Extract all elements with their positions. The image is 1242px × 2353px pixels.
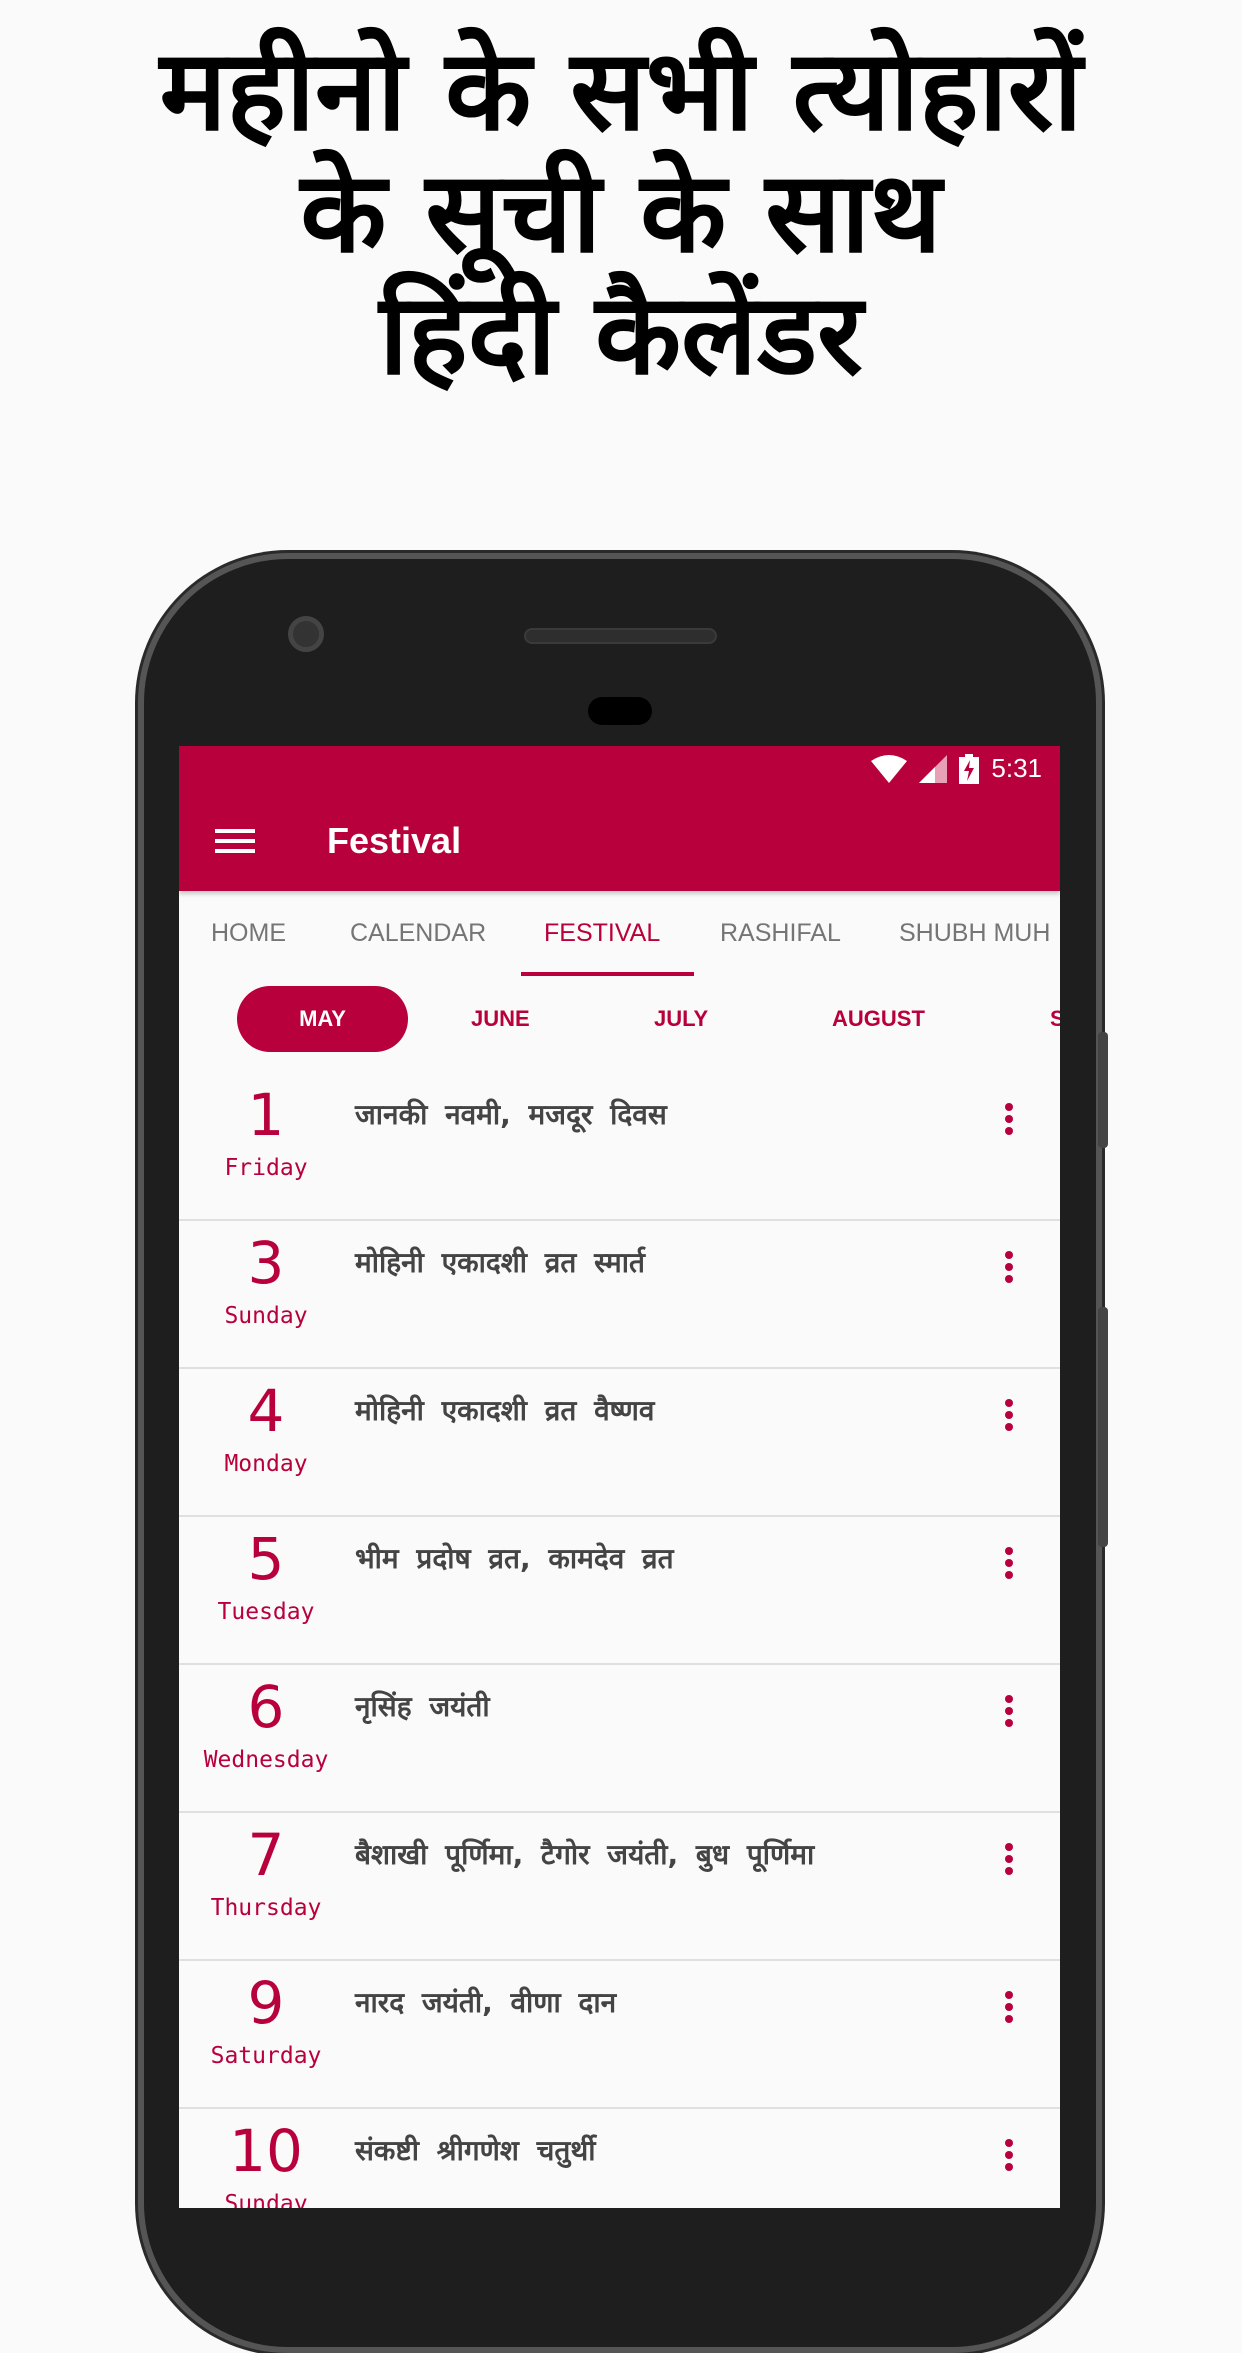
festival-weekday: Sunday	[224, 2191, 308, 2208]
headline-line: के सूची के साथ	[300, 148, 942, 278]
headline-line: हिंदी कैलेंडर	[379, 270, 863, 400]
month-september[interactable]: S	[1050, 986, 1060, 1052]
festival-name: संकष्टी श्रीगणेश चतुर्थी	[355, 2134, 596, 2167]
festival-list: 1 Friday जानकी नवमी, मजदूर दिवस 3 Sunday…	[179, 1073, 1060, 2208]
festival-name: नृसिंह जयंती	[355, 1690, 490, 1723]
festival-date: 9	[247, 1969, 285, 2037]
tab-calendar[interactable]: CALENDAR	[350, 919, 486, 948]
festival-row[interactable]: 4 Monday मोहिनी एकादशी व्रत वैष्णव	[179, 1369, 1060, 1517]
tab-shubh-muhurat[interactable]: SHUBH MUH	[899, 919, 1050, 948]
festival-weekday: Sunday	[224, 1303, 308, 1329]
earpiece-speaker	[524, 628, 717, 644]
festival-date: 7	[247, 1821, 285, 1889]
festival-name: जानकी नवमी, मजदूर दिवस	[355, 1098, 667, 1131]
headline-line: महीनो के सभी त्योहारों	[159, 26, 1083, 156]
festival-date: 4	[247, 1377, 285, 1445]
phone-screen: 5:31 Festival HOME CALENDAR FESTIVAL RAS…	[179, 746, 1060, 2208]
festival-date: 10	[229, 2117, 303, 2185]
festival-weekday: Thursday	[210, 1895, 322, 1921]
tab-home[interactable]: HOME	[211, 919, 286, 948]
festival-row[interactable]: 7 Thursday बैशाखी पूर्णिमा, टैगोर जयंती,…	[179, 1813, 1060, 1961]
month-july[interactable]: JULY	[654, 986, 708, 1052]
proximity-sensor	[588, 697, 652, 725]
festival-name: मोहिनी एकादशी व्रत वैष्णव	[355, 1394, 655, 1427]
festival-date: 1	[247, 1081, 285, 1149]
festival-date: 6	[247, 1673, 285, 1741]
festival-date: 3	[247, 1229, 285, 1297]
festival-name: बैशाखी पूर्णिमा, टैगोर जयंती, बुध पूर्णि…	[355, 1838, 815, 1871]
festival-date: 5	[247, 1525, 285, 1593]
festival-weekday: Saturday	[210, 2043, 322, 2069]
festival-row[interactable]: 10 Sunday संकष्टी श्रीगणेश चतुर्थी	[179, 2109, 1060, 2208]
tab-rashifal[interactable]: RASHIFAL	[720, 919, 841, 948]
status-bar: 5:31	[179, 746, 1060, 791]
festival-row[interactable]: 5 Tuesday भीम प्रदोष व्रत, कामदेव व्रत	[179, 1517, 1060, 1665]
festival-row[interactable]: 6 Wednesday नृसिंह जयंती	[179, 1665, 1060, 1813]
more-options-icon[interactable]	[999, 1103, 1019, 1139]
app-title: Festival	[327, 820, 462, 861]
more-options-icon[interactable]	[999, 1695, 1019, 1731]
more-options-icon[interactable]	[999, 1843, 1019, 1879]
festival-name: भीम प्रदोष व्रत, कामदेव व्रत	[355, 1542, 674, 1575]
festival-weekday: Monday	[224, 1451, 308, 1477]
festival-weekday: Friday	[224, 1155, 308, 1181]
tab-bar: HOME CALENDAR FESTIVAL RASHIFAL SHUBH MU…	[179, 891, 1060, 976]
promo-headline: महीनो के सभी त्योहारों के सूची के साथ हि…	[0, 30, 1242, 396]
festival-row[interactable]: 9 Saturday नारद जयंती, वीणा दान	[179, 1961, 1060, 2109]
volume-button	[1098, 1032, 1108, 1148]
more-options-icon[interactable]	[999, 1547, 1019, 1583]
festival-row[interactable]: 3 Sunday मोहिनी एकादशी व्रत स्मार्त	[179, 1221, 1060, 1369]
more-options-icon[interactable]	[999, 2139, 1019, 2175]
month-may[interactable]: MAY	[237, 986, 408, 1052]
festival-weekday: Tuesday	[217, 1599, 315, 1625]
more-options-icon[interactable]	[999, 1251, 1019, 1287]
app-bar: Festival	[179, 791, 1060, 891]
status-time: 5:31	[991, 753, 1042, 783]
tab-festival[interactable]: FESTIVAL	[544, 919, 660, 948]
hamburger-menu-icon[interactable]	[215, 823, 255, 859]
more-options-icon[interactable]	[999, 1991, 1019, 2027]
wifi-icon	[871, 754, 908, 783]
power-button	[1098, 1307, 1108, 1547]
battery-charging-icon	[959, 753, 980, 784]
month-august[interactable]: AUGUST	[832, 986, 925, 1052]
festival-weekday: Wednesday	[203, 1747, 329, 1773]
festival-name: नारद जयंती, वीणा दान	[355, 1986, 617, 2019]
month-selector: MAY JUNE JULY AUGUST S	[179, 976, 1060, 1073]
more-options-icon[interactable]	[999, 1399, 1019, 1435]
festival-row[interactable]: 1 Friday जानकी नवमी, मजदूर दिवस	[179, 1073, 1060, 1221]
signal-icon	[919, 754, 948, 783]
month-june[interactable]: JUNE	[471, 986, 530, 1052]
festival-name: मोहिनी एकादशी व्रत स्मार्त	[355, 1246, 645, 1279]
front-camera-icon	[288, 616, 324, 652]
